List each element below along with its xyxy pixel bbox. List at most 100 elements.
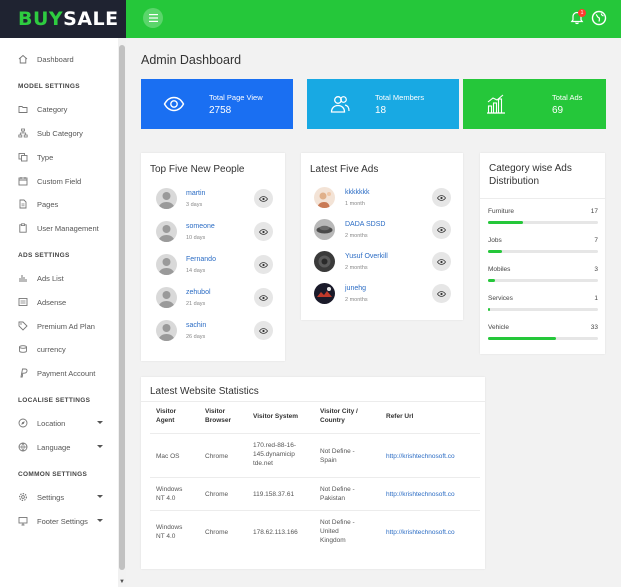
view-button[interactable] bbox=[432, 284, 451, 303]
person-joined: 26 days bbox=[186, 334, 206, 340]
person-name-link[interactable]: sachin bbox=[186, 322, 206, 329]
cell-agent: Windows NT 4.0 bbox=[156, 523, 182, 541]
brand-logo[interactable]: BUY SALE bbox=[0, 0, 126, 38]
refer-url-link[interactable]: http://krishtechnosoft.co bbox=[386, 490, 455, 499]
eye-icon bbox=[259, 195, 268, 202]
view-button[interactable] bbox=[254, 255, 273, 274]
ad-title-link[interactable]: junehg bbox=[345, 285, 366, 292]
avatar bbox=[156, 287, 177, 308]
bars-icon bbox=[19, 275, 27, 282]
compass-icon bbox=[18, 418, 28, 428]
sidebar-item-sub-category[interactable]: Sub Category bbox=[0, 123, 118, 143]
sidebar-item-label: currency bbox=[37, 344, 66, 354]
menu-toggle-button[interactable] bbox=[143, 8, 163, 28]
sidebar-item-dashboard[interactable]: Dashboard bbox=[0, 49, 118, 69]
list-item: junehg 2 months bbox=[314, 283, 454, 311]
cell-browser: Chrome bbox=[205, 453, 229, 460]
person-joined: 21 days bbox=[186, 301, 206, 307]
copy-icon bbox=[18, 153, 28, 162]
column-header-refer-url: Refer Url bbox=[386, 413, 414, 420]
progress-track bbox=[488, 250, 598, 253]
progress-fill bbox=[488, 250, 503, 253]
clipboard-icon bbox=[19, 223, 27, 233]
column-header-visitor-browser: Visitor Browser bbox=[205, 407, 231, 425]
globe-icon bbox=[18, 442, 28, 452]
list-item: Yusuf Overkill 2 months bbox=[314, 251, 454, 279]
category-label: Furniture bbox=[488, 208, 515, 215]
sidebar-item-label: Premium Ad Plan bbox=[37, 321, 95, 331]
category-label: Mobiles bbox=[488, 266, 511, 273]
header-line: Agent bbox=[156, 417, 175, 424]
person-name-link[interactable]: someone bbox=[186, 223, 215, 230]
cell-line: Not Define - bbox=[320, 519, 355, 526]
sidebar-item-settings[interactable]: Settings bbox=[0, 487, 118, 507]
ad-title-link[interactable]: kkkkkkk bbox=[345, 189, 370, 196]
sidebar-item-payment-account[interactable]: Payment Account bbox=[0, 363, 118, 383]
view-button[interactable] bbox=[254, 189, 273, 208]
cell-line: 145.dynamicip bbox=[253, 451, 295, 458]
person-name-link[interactable]: martin bbox=[186, 190, 205, 197]
sidebar-item-user-management[interactable]: User Management bbox=[0, 218, 118, 238]
view-button[interactable] bbox=[254, 321, 273, 340]
ad-age: 2 months bbox=[345, 297, 368, 303]
ad-title-link[interactable]: DADA SDSD bbox=[345, 221, 385, 228]
card-website-statistics: Latest Website Statistics bbox=[141, 377, 485, 569]
sidebar-item-type[interactable]: Type bbox=[0, 147, 118, 167]
sidebar-item-language[interactable]: Language bbox=[0, 437, 118, 457]
ad-thumbnail bbox=[314, 187, 335, 208]
sidebar-item-label: Ads List bbox=[37, 273, 64, 283]
sidebar-item-label: User Management bbox=[37, 223, 99, 233]
cell-line: NT 4.0 bbox=[156, 495, 176, 502]
coins-icon bbox=[19, 345, 27, 353]
stat-value: 69 bbox=[552, 105, 564, 116]
cell-browser: Chrome bbox=[205, 529, 229, 536]
view-button[interactable] bbox=[254, 288, 273, 307]
ad-age: 2 months bbox=[345, 233, 368, 239]
ad-title-link[interactable]: Yusuf Overkill bbox=[345, 253, 388, 260]
eye-icon bbox=[259, 228, 268, 235]
card-title: Latest Website Statistics bbox=[150, 386, 259, 397]
view-button[interactable] bbox=[432, 220, 451, 239]
sidebar-item-label: Payment Account bbox=[37, 368, 96, 378]
sidebar-scrollbar-thumb[interactable] bbox=[119, 45, 125, 570]
person-name-link[interactable]: zehubol bbox=[186, 289, 211, 296]
sidebar-item-label: Category bbox=[37, 104, 68, 114]
calendar-icon bbox=[18, 177, 28, 186]
eye-icon bbox=[163, 96, 185, 112]
refer-url-link[interactable]: http://krishtechnosoft.co bbox=[386, 528, 455, 537]
view-button[interactable] bbox=[254, 222, 273, 241]
distribution-row: Mobiles 3 bbox=[488, 266, 598, 286]
view-button[interactable] bbox=[432, 252, 451, 271]
sidebar-item-currency[interactable]: currency bbox=[0, 339, 118, 359]
refer-url-link[interactable]: http://krishtechnosoft.co bbox=[386, 452, 455, 461]
distribution-row: Services 1 bbox=[488, 295, 598, 315]
list-item: zehubol 21 days bbox=[156, 287, 274, 315]
header-line: Country bbox=[320, 417, 345, 424]
sidebar-item-label: Sub Category bbox=[37, 128, 83, 138]
avatar bbox=[156, 221, 177, 242]
list-item: martin 3 days bbox=[156, 188, 274, 216]
section-heading-ads-settings: ADS SETTINGS bbox=[18, 252, 70, 259]
stat-label: Total Members bbox=[375, 93, 425, 102]
column-header-visitor-system: Visitor System bbox=[253, 413, 299, 420]
sidebar-item-premium-ad-plan[interactable]: Premium Ad Plan bbox=[0, 316, 118, 336]
sidebar-item-custom-field[interactable]: Custom Field bbox=[0, 171, 118, 191]
view-button[interactable] bbox=[432, 188, 451, 207]
sidebar-item-footer-settings[interactable]: Footer Settings bbox=[0, 511, 118, 531]
card-title: Latest Five Ads bbox=[310, 164, 379, 175]
cell-browser: Chrome bbox=[205, 491, 229, 498]
globe-icon[interactable] bbox=[591, 10, 607, 26]
person-name-link[interactable]: Fernando bbox=[186, 256, 216, 263]
sidebar-item-pages[interactable]: Pages bbox=[0, 194, 118, 214]
sidebar-item-location[interactable]: Location bbox=[0, 413, 118, 433]
sidebar-item-adsense[interactable]: Adsense bbox=[0, 292, 118, 312]
bar-chart-icon bbox=[487, 94, 505, 114]
sidebar-item-category[interactable]: Category bbox=[0, 99, 118, 119]
sidebar-item-ads-list[interactable]: Ads List bbox=[0, 268, 118, 288]
scroll-down-arrow-icon[interactable]: ▼ bbox=[119, 579, 125, 585]
card-top-new-people: Top Five New People martin 3 days someon… bbox=[141, 153, 285, 361]
cell-line: Windows bbox=[156, 486, 183, 493]
stat-card-members: Total Members 18 bbox=[307, 79, 459, 129]
card-title-line: Distribution bbox=[489, 176, 540, 187]
row-divider bbox=[150, 510, 480, 511]
